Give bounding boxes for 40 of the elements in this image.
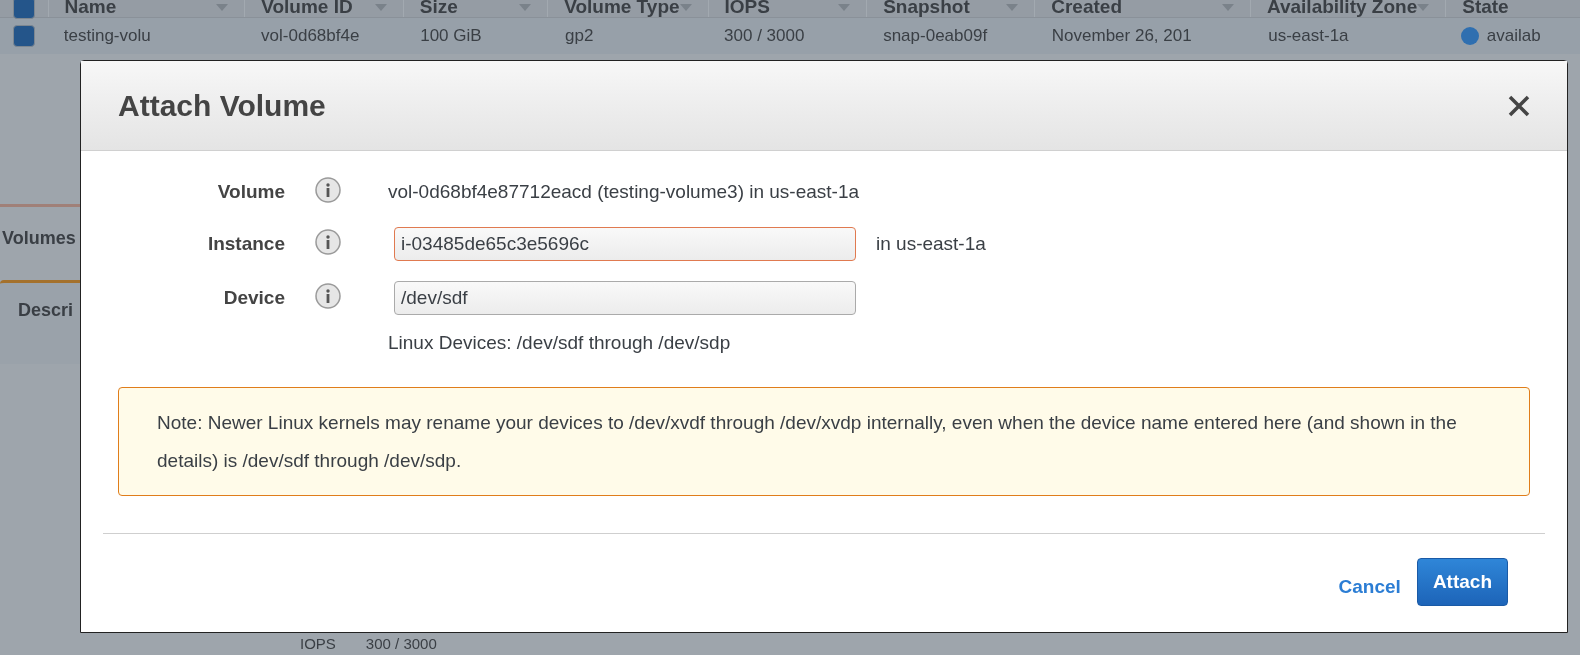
hint-text: Linux Devices: /dev/sdf through /dev/sdp bbox=[388, 330, 732, 355]
sort-caret-icon[interactable] bbox=[374, 4, 387, 11]
table-cell-text: vol-0d68bf4e bbox=[261, 25, 360, 48]
cancel-link[interactable]: Cancel bbox=[1338, 572, 1401, 602]
sort-caret-icon[interactable] bbox=[679, 4, 692, 11]
sort-caret-icon[interactable] bbox=[216, 4, 229, 11]
sort-caret-icon[interactable] bbox=[1221, 4, 1234, 11]
detail-label: IOPS bbox=[300, 635, 336, 653]
close-icon[interactable] bbox=[1508, 94, 1530, 117]
info-icon[interactable] bbox=[315, 228, 341, 255]
checkbox[interactable] bbox=[12, 25, 35, 47]
detail-value: 300 / 3000 bbox=[365, 635, 437, 653]
table-cell-text: availab bbox=[1486, 25, 1541, 48]
sort-caret-icon[interactable] bbox=[1006, 4, 1019, 11]
input-field[interactable]: /dev/sdf bbox=[394, 280, 856, 315]
field-label: Volume bbox=[217, 180, 285, 204]
field-label: Instance bbox=[207, 231, 285, 256]
sort-caret-icon[interactable] bbox=[838, 4, 851, 11]
note-box: Note: Newer Linux kernels may rename your devices to /dev/xvdf through /dev/xvdp internally, even when the device name entered here (and shown in the details) is /dev/sdf through /dev/sdp. bbox=[118, 387, 1530, 496]
volume-value: vol-0d68bf4e87712eacd (testing-volume3) in us-east-1a bbox=[388, 180, 860, 204]
tab[interactable]: Descri bbox=[0, 280, 80, 364]
table-cell-text: gp2 bbox=[564, 25, 594, 48]
tab[interactable]: Volumes bbox=[0, 225, 80, 252]
table-cell-text: 300 / 3000 bbox=[724, 25, 805, 48]
table-cell-text: testing-volu bbox=[63, 25, 151, 48]
table-cell-text: November 26, 201 bbox=[1051, 25, 1192, 48]
table-cell-text: snap-0eab09f bbox=[883, 25, 988, 48]
table-cell-text: 100 GiB bbox=[420, 25, 482, 48]
sort-caret-icon[interactable] bbox=[1417, 4, 1430, 11]
input-field[interactable]: i-03485de65c3e5696c bbox=[394, 226, 856, 261]
dialog-title: Attach Volume bbox=[118, 88, 326, 124]
info-icon[interactable] bbox=[315, 282, 341, 309]
table-cell-text: us-east-1a bbox=[1268, 25, 1349, 48]
attach-button[interactable]: Attach bbox=[1416, 558, 1508, 606]
field-label: Device bbox=[223, 285, 285, 310]
sort-caret-icon[interactable] bbox=[519, 4, 532, 11]
zone-text: in us-east-1a bbox=[876, 231, 986, 256]
info-icon[interactable] bbox=[315, 177, 341, 203]
table-row[interactable]: testing-volu vol-0d68bf4e 100 GiB gp2 300 / 3000 snap-0eab09f November 26, 201 us-east-1a availab bbox=[0, 18, 1580, 54]
checkbox[interactable] bbox=[12, 0, 35, 19]
